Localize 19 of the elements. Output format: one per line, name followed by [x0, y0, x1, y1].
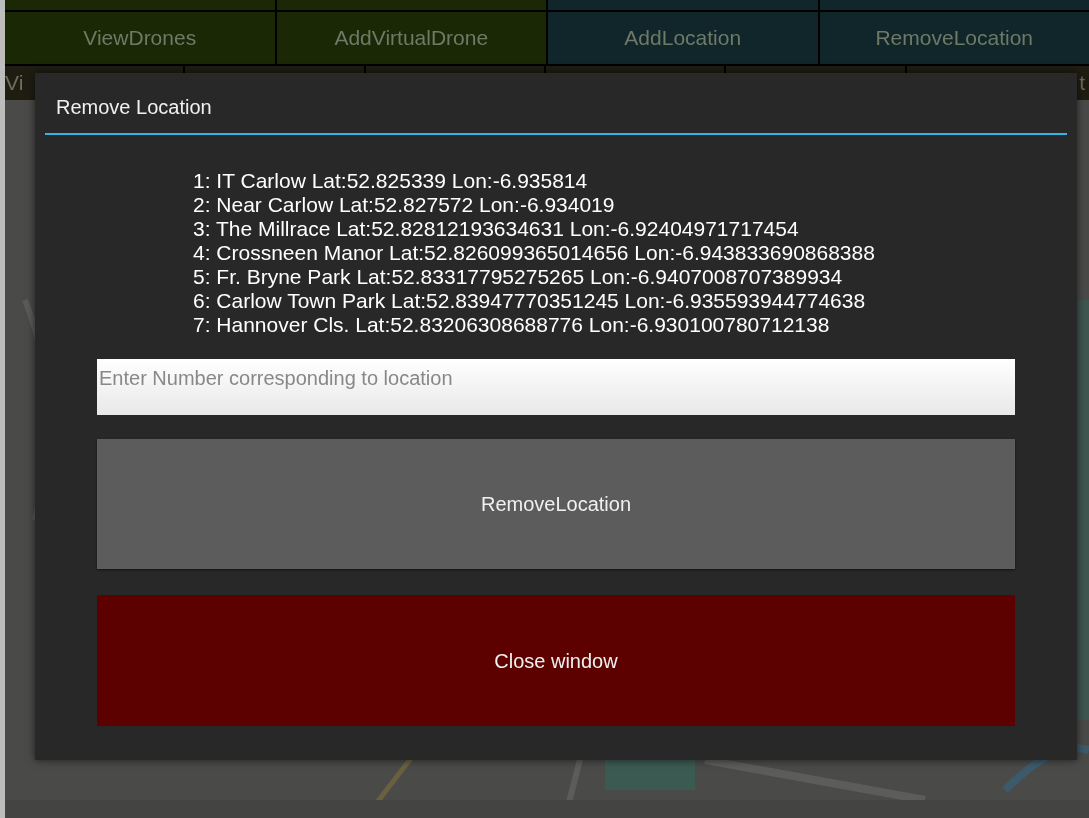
- toolbar-button[interactable]: AddVirtualDrone: [276, 12, 546, 64]
- location-entry: 4: Crossneen Manor Lat:52.826099365014656 Lon:-6.943833690868388: [193, 241, 876, 265]
- toolbar-button[interactable]: [819, 0, 1089, 10]
- toolbar-button[interactable]: [276, 0, 546, 10]
- toolbar-button[interactable]: ViewDrones: [5, 12, 275, 64]
- toolbar-button[interactable]: [5, 0, 275, 10]
- location-entry: 6: Carlow Town Park Lat:52.83947770351245 Lon:-6.935593944774638: [193, 289, 867, 313]
- location-entry: 5: Fr. Bryne Park Lat:52.83317795275265 Lon:-6.9407008707389934: [193, 265, 844, 289]
- remove-location-button[interactable]: RemoveLocation: [97, 439, 1015, 569]
- dialog-title: Remove Location: [56, 97, 213, 117]
- location-entry: 7: Hannover Cls. Lat:52.83206308688776 Lon:-6.930100780712138: [193, 313, 831, 337]
- close-window-button[interactable]: Close window: [97, 595, 1015, 726]
- location-entry: 2: Near Carlow Lat:52.827572 Lon:-6.934019: [193, 193, 616, 217]
- toolbar-button[interactable]: RemoveLocation: [819, 12, 1089, 64]
- location-entry: 3: The Millrace Lat:52.82812193634631 Lon:-6.92404971717454: [193, 217, 800, 241]
- toolbar-button[interactable]: AddLocation: [548, 12, 818, 64]
- location-entry: 1: IT Carlow Lat:52.825339 Lon:-6.935814: [193, 169, 589, 193]
- toolbar-button[interactable]: [548, 0, 818, 10]
- input-field[interactable]: Enter Number corresponding to location: [97, 359, 1015, 415]
